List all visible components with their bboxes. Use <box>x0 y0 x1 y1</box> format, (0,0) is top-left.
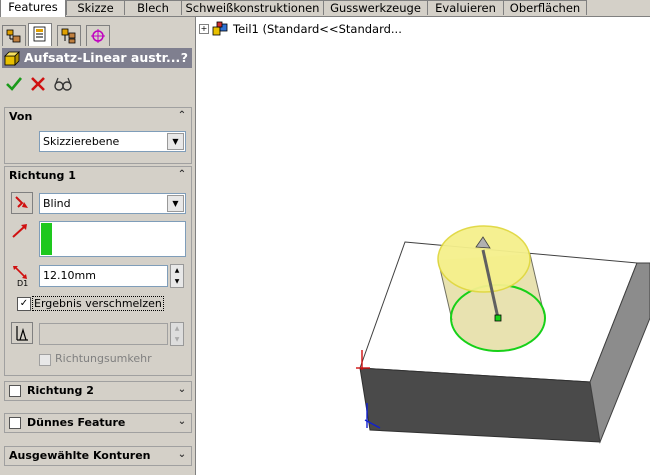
direction-vector-icon <box>12 224 27 238</box>
thin-feature-group-title: Dünnes Feature <box>27 416 126 429</box>
dimxpert-manager-tab[interactable] <box>86 25 110 46</box>
richtung2-group-header[interactable]: Richtung 2 ⌄ <box>5 382 191 400</box>
expand-tree-icon[interactable]: + <box>199 24 209 34</box>
spin-up-icon: ▲ <box>174 325 180 332</box>
spin-down-icon: ▼ <box>174 336 180 343</box>
depth-spinner[interactable]: ▲ ▼ <box>170 264 184 288</box>
expand-chevron-icon[interactable]: ⌄ <box>175 383 189 397</box>
collapse-chevron-icon[interactable]: ⌃ <box>175 168 189 182</box>
expand-chevron-icon[interactable]: ⌄ <box>175 415 189 429</box>
richtung1-group: Richtung 1 ⌃ Blind ▼ D1 12.10mm ▲ ▼ ✓ Er… <box>4 166 192 376</box>
richtung1-group-header[interactable]: Richtung 1 ⌃ <box>5 167 191 185</box>
draft-angle-input <box>39 323 168 345</box>
svg-text:D1: D1 <box>17 279 28 287</box>
end-condition-select[interactable]: Blind ▼ <box>39 193 186 214</box>
tab-features[interactable]: Features <box>0 0 66 17</box>
command-manager-tabs: Features Skizze Blech Schweißkonstruktio… <box>0 0 650 17</box>
reverse-draft-checkbox <box>39 354 51 366</box>
dimxpert-manager-icon <box>91 29 105 43</box>
draft-icon <box>16 326 28 341</box>
dropdown-arrow-icon[interactable]: ▼ <box>167 133 184 150</box>
ok-icon <box>6 77 23 91</box>
thin-feature-checkbox[interactable] <box>9 417 21 429</box>
depth-dimension-icon: D1 <box>13 266 28 287</box>
property-manager-title-bar: Aufsatz-Linear austr... ? <box>2 48 192 68</box>
preview-button[interactable] <box>53 75 72 93</box>
property-manager-actions <box>2 73 192 95</box>
ok-button[interactable] <box>5 75 23 93</box>
selection-active-indicator <box>41 223 52 255</box>
richtung2-checkbox[interactable] <box>9 385 21 397</box>
selected-contours-group-header[interactable]: Ausgewählte Konturen ⌄ <box>5 447 191 465</box>
property-manager-tab[interactable] <box>28 23 52 46</box>
tab-schweisskonstruktionen[interactable]: Schweißkonstruktionen <box>181 0 324 15</box>
thin-feature-group-header[interactable]: Dünnes Feature ⌄ <box>5 414 191 432</box>
property-manager-title: Aufsatz-Linear austr... <box>24 50 181 65</box>
feature-manager-tab[interactable] <box>2 25 26 46</box>
depth-value: 12.10mm <box>43 269 96 282</box>
merge-result-checkbox[interactable]: ✓ <box>17 297 31 311</box>
configuration-manager-tab[interactable] <box>57 25 81 46</box>
von-group-header[interactable]: Von ⌃ <box>5 108 191 126</box>
richtung2-group-title: Richtung 2 <box>27 384 94 397</box>
reverse-draft-label: Richtungsumkehr <box>55 352 152 365</box>
tab-blech[interactable]: Blech <box>124 0 182 15</box>
model-viewport[interactable] <box>340 220 650 475</box>
reverse-direction-icon <box>15 196 28 208</box>
part-icon <box>212 21 228 36</box>
richtung2-group: Richtung 2 ⌄ <box>4 381 192 401</box>
direction-selection-box[interactable] <box>39 221 186 257</box>
property-manager-panel: Aufsatz-Linear austr... ? Von ⌃ Skizzier… <box>0 17 196 475</box>
spin-down-icon[interactable]: ▼ <box>171 276 183 287</box>
tab-gusswerkzeuge[interactable]: Gusswerkzeuge <box>323 0 428 15</box>
spin-up-icon[interactable]: ▲ <box>171 265 183 276</box>
selected-contours-group: Ausgewählte Konturen ⌄ <box>4 446 192 466</box>
tab-skizze[interactable]: Skizze <box>66 0 125 15</box>
depth-input[interactable]: 12.10mm <box>39 265 168 287</box>
tab-evaluieren[interactable]: Evaluieren <box>427 0 504 15</box>
help-button[interactable]: ? <box>181 48 188 68</box>
selected-contours-group-title: Ausgewählte Konturen <box>9 449 151 462</box>
draft-toggle-button[interactable] <box>11 322 33 344</box>
manager-tabs <box>0 17 195 47</box>
expand-chevron-icon[interactable]: ⌄ <box>175 448 189 462</box>
preview-icon <box>54 77 72 91</box>
cancel-icon <box>31 77 45 91</box>
tab-oberflaechen[interactable]: Oberflächen <box>503 0 587 15</box>
cancel-button[interactable] <box>29 75 47 93</box>
property-manager-icon <box>33 26 46 42</box>
reverse-direction-button[interactable] <box>11 192 33 214</box>
von-group-title: Von <box>9 110 33 123</box>
thin-feature-group: Dünnes Feature ⌄ <box>4 413 192 433</box>
von-group: Von ⌃ Skizzierebene ▼ <box>4 107 192 164</box>
dropdown-arrow-icon[interactable]: ▼ <box>167 195 184 212</box>
end-condition-value: Blind <box>43 197 71 210</box>
start-condition-select[interactable]: Skizzierebene ▼ <box>39 131 186 152</box>
handle-origin-marker[interactable] <box>494 314 502 322</box>
extrude-boss-icon <box>4 51 20 66</box>
configuration-manager-icon <box>61 28 76 44</box>
part-name[interactable]: Teil1 (Standard<<Standard... <box>233 22 402 36</box>
richtung1-group-title: Richtung 1 <box>9 169 76 182</box>
feature-manager-icon <box>6 29 21 43</box>
collapse-chevron-icon[interactable]: ⌃ <box>175 109 189 123</box>
start-condition-value: Skizzierebene <box>43 135 120 148</box>
merge-result-label: Ergebnis verschmelzen <box>32 296 164 311</box>
draft-angle-spinner: ▲ ▼ <box>170 322 184 346</box>
